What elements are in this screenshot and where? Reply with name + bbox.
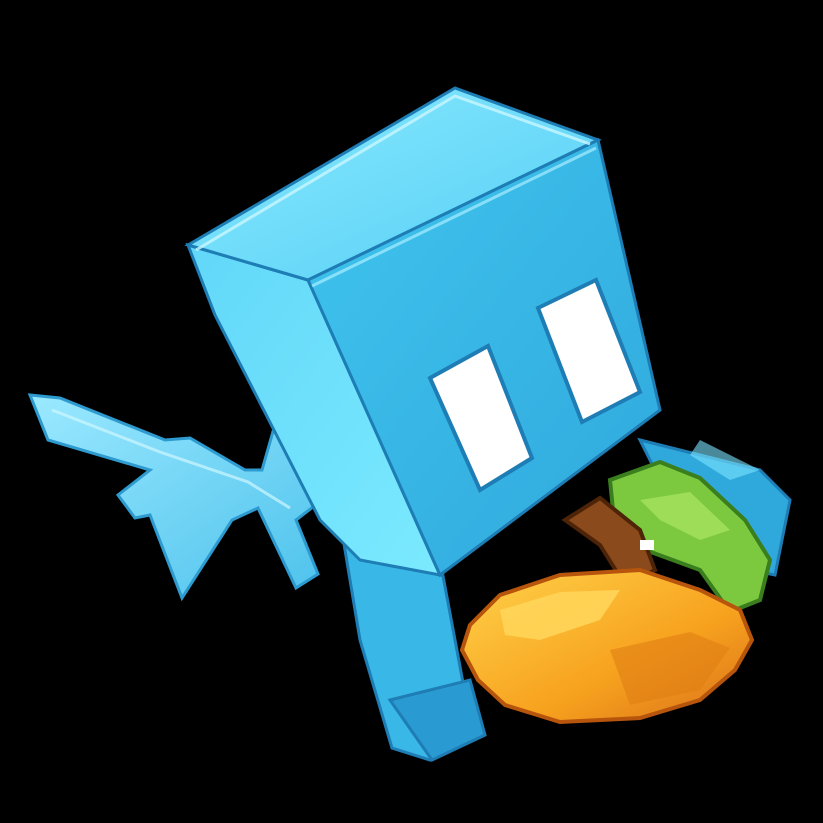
allay-illustration	[27, 86, 792, 762]
scene	[0, 0, 823, 823]
